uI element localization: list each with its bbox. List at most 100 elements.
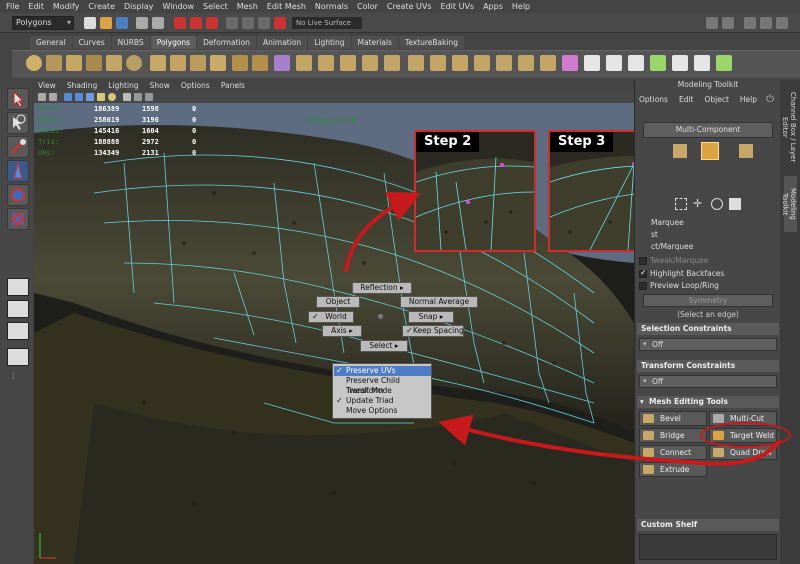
smooth-shade-icon[interactable]: [75, 93, 83, 101]
more-layouts-icon[interactable]: ⋮: [10, 372, 26, 380]
menu-create-uvs[interactable]: Create UVs: [387, 2, 432, 11]
om-preserve-uvs[interactable]: ✓ Preserve UVs: [334, 366, 431, 376]
menu-select[interactable]: Select: [203, 2, 228, 11]
poly-prism-icon[interactable]: [150, 55, 166, 71]
channel-box-icon[interactable]: [776, 17, 788, 29]
menu-mesh[interactable]: Mesh: [237, 2, 258, 11]
poly-plane-icon[interactable]: [106, 55, 122, 71]
marquee-icon[interactable]: [675, 198, 687, 210]
menu-modify[interactable]: Modify: [53, 2, 80, 11]
mm-snap[interactable]: Snap ▸: [408, 311, 454, 323]
shelf-tab-animation[interactable]: Animation: [256, 36, 308, 49]
camera-based-icon[interactable]: [729, 198, 741, 210]
mm-object[interactable]: Object: [316, 296, 360, 308]
render-icon[interactable]: [722, 17, 734, 29]
vp-menu-show[interactable]: Show: [150, 81, 170, 90]
select-tool-icon[interactable]: [7, 88, 29, 110]
menu-display[interactable]: Display: [124, 2, 154, 11]
poly-torus-icon[interactable]: [126, 55, 142, 71]
mirror-icon[interactable]: [296, 55, 312, 71]
single-pane-layout-icon[interactable]: [7, 278, 29, 296]
tk-menu-help[interactable]: Help: [740, 95, 757, 104]
select-object-icon[interactable]: [190, 17, 202, 29]
tool-settings-icon[interactable]: [760, 17, 772, 29]
tk-menu-options[interactable]: Options: [639, 95, 668, 104]
rotate-tool-icon[interactable]: [7, 184, 29, 206]
connect-button[interactable]: Connect: [639, 445, 707, 460]
om-update-triad[interactable]: ✓ Update Triad: [334, 396, 431, 406]
shelf-tab-nurbs[interactable]: NURBS: [111, 36, 150, 49]
persp-outliner-layout-icon[interactable]: [7, 348, 29, 366]
combine-icon[interactable]: [232, 55, 248, 71]
uv-editor-icon[interactable]: [584, 55, 600, 71]
mm-axis[interactable]: Axis ▸: [322, 325, 362, 337]
textured-icon[interactable]: [97, 93, 105, 101]
modeling-toolkit-tab[interactable]: Modeling Toolkit: [781, 176, 797, 232]
menu-normals[interactable]: Normals: [315, 2, 348, 11]
save-scene-icon[interactable]: [116, 17, 128, 29]
attribute-editor-icon[interactable]: [744, 17, 756, 29]
transform-constraints-dropdown[interactable]: ▾ Off: [639, 375, 777, 388]
lights-icon[interactable]: [108, 93, 116, 101]
bevel-shelf-icon[interactable]: [474, 55, 490, 71]
selection-constraints-header[interactable]: Selection Constraints: [637, 323, 779, 335]
drag-icon[interactable]: ✛: [693, 198, 705, 210]
make-live-icon[interactable]: [274, 17, 286, 29]
poly-helix-icon[interactable]: [210, 55, 226, 71]
lasso-tool-icon[interactable]: [7, 112, 29, 134]
scale-tool-icon[interactable]: [7, 208, 29, 230]
two-pane-layout-icon[interactable]: [7, 322, 29, 340]
om-preserve-child-transform[interactable]: Preserve Child Transform: [334, 376, 431, 395]
open-scene-icon[interactable]: [100, 17, 112, 29]
vp-menu-panels[interactable]: Panels: [221, 81, 245, 90]
boolean-icon[interactable]: [318, 55, 334, 71]
vp-menu-options[interactable]: Options: [181, 81, 210, 90]
menu-set-selector[interactable]: Polygons: [12, 16, 74, 30]
new-scene-icon[interactable]: [84, 17, 96, 29]
mesh-editing-tools-header[interactable]: ▾ Mesh Editing Tools: [637, 396, 779, 408]
uv-layout-icon[interactable]: [650, 55, 666, 71]
extrude-shelf-icon[interactable]: [408, 55, 424, 71]
select-component-icon[interactable]: [206, 17, 218, 29]
wireframe-icon[interactable]: [64, 93, 72, 101]
om-tweak-mode[interactable]: Tweak Mode: [334, 386, 431, 396]
channel-box-tab[interactable]: Channel Box / Layer Editor: [781, 86, 797, 168]
move-tool-icon[interactable]: [7, 160, 29, 182]
camera-select-icon[interactable]: [38, 93, 46, 101]
redo-icon[interactable]: [152, 17, 164, 29]
menu-create[interactable]: Create: [88, 2, 115, 11]
mm-keep-spacing[interactable]: ✓ Keep Spacing: [402, 325, 464, 337]
select-hierarchy-icon[interactable]: [174, 17, 186, 29]
custom-shelf-header[interactable]: Custom Shelf: [637, 519, 779, 531]
tk-highlight-backfaces[interactable]: Highlight Backfaces: [639, 268, 777, 278]
tk-menu-object[interactable]: Object: [704, 95, 728, 104]
menu-edit-mesh[interactable]: Edit Mesh: [267, 2, 306, 11]
uv-snapshot-icon[interactable]: [716, 55, 732, 71]
tk-row-2[interactable]: st: [639, 230, 777, 239]
shelf-tab-texturebaking[interactable]: TextureBaking: [398, 36, 465, 49]
vp-menu-lighting[interactable]: Lighting: [108, 81, 138, 90]
undo-icon[interactable]: [136, 17, 148, 29]
poly-cube-icon[interactable]: [46, 55, 62, 71]
fill-hole-icon[interactable]: [362, 55, 378, 71]
camera-attr-icon[interactable]: [49, 93, 57, 101]
extract-icon[interactable]: [340, 55, 356, 71]
tk-preview-loop-ring[interactable]: Preview Loop/Ring: [639, 281, 777, 290]
multi-component-button[interactable]: Multi-Component: [643, 122, 773, 138]
append-icon[interactable]: [452, 55, 468, 71]
snap-grid-icon[interactable]: [226, 17, 238, 29]
mm-normal-average[interactable]: Normal Average: [400, 296, 478, 308]
paint-select-icon[interactable]: [7, 136, 29, 158]
menu-help[interactable]: Help: [512, 2, 530, 11]
om-move-options[interactable]: Move Options: [334, 406, 431, 416]
menu-color[interactable]: Color: [357, 2, 378, 11]
shadows-icon[interactable]: [123, 93, 131, 101]
power-icon[interactable]: ⏻: [766, 94, 774, 105]
offset-loop-icon[interactable]: [540, 55, 556, 71]
shelf-tab-general[interactable]: General: [30, 36, 72, 49]
tk-tweak-marquee[interactable]: Tweak/Marquee: [639, 256, 777, 265]
menu-edit-uvs[interactable]: Edit UVs: [441, 2, 475, 11]
shelf-tab-curves[interactable]: Curves: [72, 36, 111, 49]
shelf-tab-polygons[interactable]: Polygons: [150, 36, 197, 49]
menu-file[interactable]: File: [6, 2, 19, 11]
